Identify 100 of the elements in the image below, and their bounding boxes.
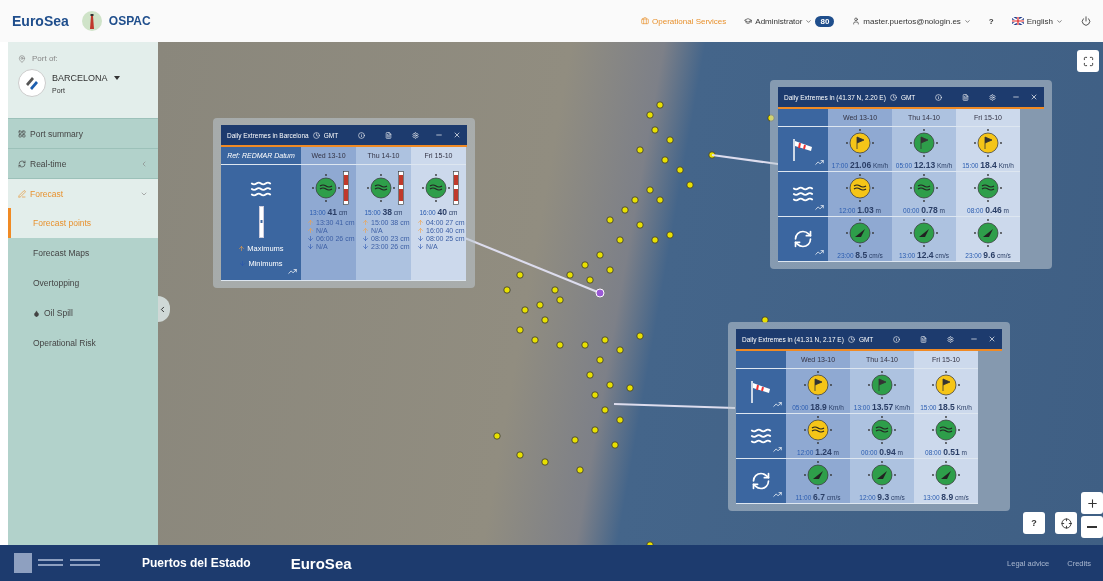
help-button[interactable]: ? bbox=[1023, 512, 1045, 534]
map-marker-icon[interactable] bbox=[521, 306, 529, 314]
map-marker-icon[interactable] bbox=[576, 466, 584, 474]
map-marker-icon[interactable] bbox=[708, 151, 716, 159]
minimize-icon[interactable] bbox=[1012, 93, 1021, 101]
map-marker-icon[interactable] bbox=[636, 332, 644, 340]
help-link[interactable]: ? bbox=[988, 16, 994, 26]
document-icon[interactable] bbox=[920, 335, 928, 343]
close-icon[interactable] bbox=[453, 131, 462, 139]
map-marker-icon[interactable] bbox=[581, 341, 589, 349]
map-marker-icon[interactable] bbox=[591, 426, 599, 434]
map-marker-icon[interactable] bbox=[761, 316, 769, 324]
map-marker-icon[interactable] bbox=[556, 341, 564, 349]
plus-icon bbox=[1085, 496, 1099, 510]
document-icon[interactable] bbox=[385, 131, 393, 139]
map-marker-icon[interactable] bbox=[767, 114, 775, 122]
map-marker-icon[interactable] bbox=[541, 458, 549, 466]
map-marker-icon[interactable] bbox=[586, 276, 594, 284]
map-marker-icon[interactable] bbox=[651, 126, 659, 134]
map-marker-icon[interactable] bbox=[493, 432, 501, 440]
info-icon[interactable] bbox=[893, 335, 901, 343]
chevron-left-icon bbox=[158, 304, 167, 314]
info-icon[interactable] bbox=[358, 131, 366, 139]
map-marker-icon[interactable] bbox=[536, 301, 544, 309]
map-marker-icon[interactable] bbox=[516, 326, 524, 334]
map-marker-icon[interactable] bbox=[541, 316, 549, 324]
map-marker-icon[interactable] bbox=[566, 271, 574, 279]
map-marker-icon[interactable] bbox=[626, 384, 634, 392]
language-menu[interactable]: English bbox=[1011, 16, 1063, 26]
port-name[interactable]: BARCELONA bbox=[52, 72, 108, 83]
close-icon[interactable] bbox=[1030, 93, 1039, 101]
clock-icon bbox=[889, 93, 897, 101]
map-marker-icon[interactable] bbox=[601, 406, 609, 414]
map-marker-icon[interactable] bbox=[621, 206, 629, 214]
map-marker-icon[interactable] bbox=[606, 381, 614, 389]
map-marker-icon[interactable] bbox=[596, 251, 604, 259]
collapse-button[interactable] bbox=[158, 296, 170, 322]
map-marker-icon[interactable] bbox=[651, 236, 659, 244]
map-marker-icon[interactable] bbox=[571, 436, 579, 444]
map-marker-icon[interactable] bbox=[661, 156, 669, 164]
chart-icon bbox=[815, 248, 824, 257]
minimize-icon[interactable] bbox=[970, 335, 979, 343]
footer-brand: Puertos del Estado bbox=[142, 556, 251, 570]
map-marker-icon[interactable] bbox=[601, 336, 609, 344]
map-marker-icon[interactable] bbox=[606, 266, 614, 274]
map-marker-icon[interactable] bbox=[596, 356, 604, 364]
map-marker-icon[interactable] bbox=[616, 236, 624, 244]
map-marker-icon[interactable] bbox=[636, 221, 644, 229]
settings-icon[interactable] bbox=[412, 131, 420, 139]
info-icon[interactable] bbox=[935, 93, 943, 101]
map-marker-icon[interactable] bbox=[656, 101, 664, 109]
map-marker-icon[interactable] bbox=[636, 146, 644, 154]
chart-button[interactable] bbox=[288, 267, 297, 276]
map-marker-icon[interactable] bbox=[666, 136, 674, 144]
chart-button[interactable] bbox=[773, 400, 782, 409]
map-marker-icon[interactable] bbox=[666, 231, 674, 239]
document-icon[interactable] bbox=[962, 93, 970, 101]
map-marker-icon[interactable] bbox=[556, 296, 564, 304]
map-marker-icon[interactable] bbox=[581, 261, 589, 269]
fullscreen-button[interactable] bbox=[1077, 50, 1099, 72]
chevron-down-icon bbox=[805, 17, 813, 25]
count-badge: 80 bbox=[815, 15, 835, 27]
chart-button[interactable] bbox=[815, 248, 824, 257]
briefcase-icon bbox=[641, 17, 650, 25]
map-marker-icon[interactable] bbox=[646, 186, 654, 194]
map-marker-icon[interactable] bbox=[686, 181, 694, 189]
settings-icon[interactable] bbox=[947, 335, 955, 343]
locate-button[interactable] bbox=[1055, 512, 1077, 534]
settings-icon[interactable] bbox=[989, 93, 997, 101]
role-menu[interactable]: Administrator 80 bbox=[744, 15, 835, 27]
crosshair-icon bbox=[1060, 517, 1072, 529]
caret-icon[interactable] bbox=[113, 75, 120, 80]
map-marker-icon[interactable] bbox=[646, 541, 654, 545]
map-marker-icon[interactable] bbox=[516, 271, 524, 279]
map-marker-icon[interactable] bbox=[551, 286, 559, 294]
zoom-in-button[interactable] bbox=[1081, 492, 1103, 514]
map-marker-icon[interactable] bbox=[616, 346, 624, 354]
map-marker-icon[interactable] bbox=[591, 391, 599, 399]
chart-button[interactable] bbox=[815, 203, 824, 212]
account-menu[interactable]: master.puertos@nologin.es bbox=[852, 16, 971, 26]
chart-button[interactable] bbox=[773, 445, 782, 454]
map-marker-icon[interactable] bbox=[531, 336, 539, 344]
map-marker-icon[interactable] bbox=[586, 371, 594, 379]
map-marker-icon[interactable] bbox=[631, 196, 639, 204]
chart-button[interactable] bbox=[773, 490, 782, 499]
zoom-out-button[interactable] bbox=[1081, 516, 1103, 538]
map-marker-icon[interactable] bbox=[656, 196, 664, 204]
map-marker-icon[interactable] bbox=[516, 451, 524, 459]
minimize-icon[interactable] bbox=[435, 131, 444, 139]
chart-button[interactable] bbox=[815, 158, 824, 167]
minus-icon bbox=[1087, 526, 1097, 528]
map-marker-icon[interactable] bbox=[503, 286, 511, 294]
close-icon[interactable] bbox=[988, 335, 997, 343]
selected-marker-icon[interactable] bbox=[595, 288, 605, 298]
map-marker-icon[interactable] bbox=[606, 216, 614, 224]
map-marker-icon[interactable] bbox=[646, 111, 654, 119]
map-marker-icon[interactable] bbox=[676, 166, 684, 174]
power-button[interactable] bbox=[1081, 16, 1091, 26]
map-marker-icon[interactable] bbox=[616, 416, 624, 424]
map-marker-icon[interactable] bbox=[611, 441, 619, 449]
